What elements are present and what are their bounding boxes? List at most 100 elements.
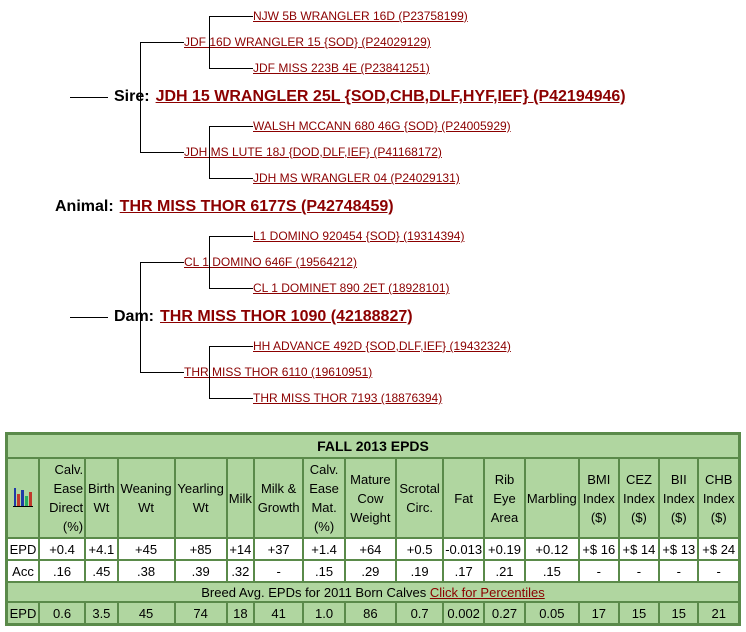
epd-column-header: Milk — [226, 458, 254, 538]
acc-value-cell: .21 — [484, 560, 525, 582]
dam-dam-link[interactable]: THR MISS THOR 6110 (19610951) — [184, 365, 372, 379]
epd-column-header: Birth Wt — [85, 458, 118, 538]
sire-dam-sire-link[interactable]: WALSH MCCANN 680 46G {SOD} (P24005929) — [253, 119, 511, 133]
sire-sire-sire-link[interactable]: NJW 5B WRANGLER 16D (P23758199) — [253, 9, 468, 23]
connector-line — [70, 96, 108, 98]
epd-value-cell: +0.5 — [395, 538, 444, 560]
percentiles-link[interactable]: Click for Percentiles — [430, 585, 545, 600]
acc-value-cell: .15 — [524, 560, 579, 582]
epd-table: FALL 2013 EPDS Calv. Ease Direct (%) Birt… — [5, 432, 741, 626]
epd-column-header: Weaning Wt — [117, 458, 175, 538]
epd-column-header: CHB Index ($) — [698, 458, 739, 538]
epd-value-cell: +$ 14 — [618, 538, 660, 560]
epd-column-header: Scrotal Circ. — [395, 458, 444, 538]
connector-line — [140, 371, 184, 373]
epd-value-cell: +64 — [344, 538, 396, 560]
sire-link[interactable]: JDH 15 WRANGLER 25L {SOD,CHB,DLF,HYF,IEF… — [156, 88, 626, 106]
sire-dam-link[interactable]: JDH MS LUTE 18J {DOD,DLF,IEF} (P41168172… — [184, 145, 442, 159]
connector-line — [209, 15, 253, 17]
pedigree-entry: NJW 5B WRANGLER 16D (P23758199) — [209, 9, 468, 23]
epd-column-header: Mature Cow Weight — [344, 458, 396, 538]
pedigree-entry: Dam: THR MISS THOR 1090 (42188827) — [70, 308, 413, 326]
connector-line — [140, 41, 184, 43]
avg-value-cell: 0.05 — [524, 602, 579, 624]
pedigree-entry: CL 1 DOMINET 890 2ET (18928101) — [209, 281, 450, 295]
epd-value-cell: +$ 24 — [698, 538, 739, 560]
avg-value-cell: 74 — [174, 602, 227, 624]
acc-value-cell: .38 — [117, 560, 175, 582]
epd-column-header: CEZ Index ($) — [618, 458, 660, 538]
avg-row-label: EPD — [7, 602, 39, 624]
acc-value-cell: .16 — [39, 560, 86, 582]
connector-line — [140, 261, 184, 263]
pedigree-entry: JDH MS WRANGLER 04 (P24029131) — [209, 171, 460, 185]
connector-line — [140, 151, 184, 153]
epd-value-cell: +14 — [226, 538, 254, 560]
acc-value-cell: .15 — [303, 560, 345, 582]
acc-value-cell: .32 — [226, 560, 254, 582]
epd-value-cell: +37 — [253, 538, 304, 560]
epd-column-header: Marbling — [524, 458, 579, 538]
epd-value-cell: +1.4 — [303, 538, 345, 560]
epd-value-cell: +45 — [117, 538, 175, 560]
bar-chart-icon[interactable] — [13, 487, 33, 511]
connector-line — [70, 316, 108, 318]
connector-line — [209, 125, 253, 127]
epd-value-cell: +4.1 — [85, 538, 118, 560]
acc-values-row: Acc .16.45.38.39.32- .15.29.19.17.21.15- -… — [7, 560, 739, 582]
epd-column-header: Calv. Ease Direct (%) — [39, 458, 86, 538]
epd-column-header: BII Index ($) — [659, 458, 699, 538]
acc-value-cell: .45 — [85, 560, 118, 582]
avg-value-cell: 15 — [659, 602, 699, 624]
pedigree-entry: THR MISS THOR 6110 (19610951) — [140, 365, 372, 379]
dam-label: Dam: — [114, 308, 155, 325]
avg-value-cell: 15 — [618, 602, 660, 624]
pedigree-entry: HH ADVANCE 492D {SOD,DLF,IEF} (19432324) — [209, 339, 511, 353]
animal-label: Animal: — [55, 198, 114, 215]
avg-value-cell: 45 — [117, 602, 175, 624]
avg-value-cell: 0.002 — [443, 602, 485, 624]
dam-sire-sire-link[interactable]: L1 DOMINO 920454 {SOD} (19314394) — [253, 229, 464, 243]
pedigree-entry: JDH MS LUTE 18J {DOD,DLF,IEF} (P41168172… — [140, 145, 442, 159]
avg-value-cell: 41 — [253, 602, 304, 624]
avg-value-cell: 86 — [344, 602, 396, 624]
avg-value-cell: 18 — [226, 602, 254, 624]
epd-icon-cell — [7, 458, 39, 538]
dam-dam-dam-link[interactable]: THR MISS THOR 7193 (18876394) — [253, 391, 442, 405]
sire-dam-dam-link[interactable]: JDH MS WRANGLER 04 (P24029131) — [253, 171, 460, 185]
avg-value-cell: 1.0 — [303, 602, 345, 624]
breed-avg-row: Breed Avg. EPDs for 2011 Born Calves Cli… — [7, 582, 739, 602]
epd-column-header: Yearling Wt — [174, 458, 227, 538]
dam-link[interactable]: THR MISS THOR 1090 (42188827) — [160, 308, 413, 326]
acc-value-cell: .17 — [443, 560, 485, 582]
epd-values-row: EPD +0.4 +4.1 +45 +85 +14 +37 +1.4 +64 +0.5 -0.01… — [7, 538, 739, 560]
epd-value-cell: +0.12 — [524, 538, 579, 560]
acc-value-cell: - — [698, 560, 739, 582]
breed-avg-text: Breed Avg. EPDs for 2011 Born Calves — [201, 584, 427, 600]
epd-value-cell: -0.013 — [443, 538, 485, 560]
epd-value-cell: +$ 13 — [659, 538, 699, 560]
acc-value-cell: - — [659, 560, 699, 582]
epd-column-header: Rib Eye Area — [484, 458, 525, 538]
epd-value-cell: +0.4 — [39, 538, 86, 560]
animal-link[interactable]: THR MISS THOR 6177S (P42748459) — [120, 198, 394, 216]
sire-sire-dam-link[interactable]: JDF MISS 223B 4E (P23841251) — [253, 61, 430, 75]
epd-header-row: Calv. Ease Direct (%) Birth Wt Weaning Wt Y… — [7, 458, 739, 538]
avg-value-cell: 17 — [578, 602, 619, 624]
connector-line — [209, 397, 253, 399]
epd-title: FALL 2013 EPDS — [7, 434, 739, 458]
epd-value-cell: +$ 16 — [578, 538, 619, 560]
pedigree-entry: Sire: JDH 15 WRANGLER 25L {SOD,CHB,DLF,H… — [70, 88, 626, 106]
epd-column-header: Fat — [443, 458, 485, 538]
pedigree-entry: JDF MISS 223B 4E (P23841251) — [209, 61, 430, 75]
avg-value-cell: 0.7 — [395, 602, 444, 624]
epd-column-header: Calv. Ease Mat. (%) — [303, 458, 345, 538]
avg-value-cell: 21 — [698, 602, 739, 624]
avg-value-cell: 0.27 — [484, 602, 525, 624]
acc-row-label: Acc — [7, 560, 39, 582]
dam-dam-sire-link[interactable]: HH ADVANCE 492D {SOD,DLF,IEF} (19432324) — [253, 339, 511, 353]
dam-sire-dam-link[interactable]: CL 1 DOMINET 890 2ET (18928101) — [253, 281, 450, 295]
pedigree-entry: CL 1 DOMINO 646F (19564212) — [140, 255, 357, 269]
epd-value-cell: +0.19 — [484, 538, 525, 560]
sire-sire-link[interactable]: JDF 16D WRANGLER 15 {SOD} (P24029129) — [184, 35, 431, 49]
